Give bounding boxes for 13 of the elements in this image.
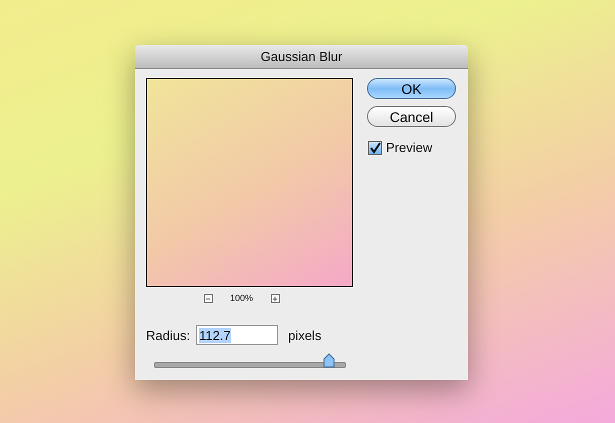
preview-checkbox[interactable] — [368, 140, 382, 154]
radius-label: Radius: — [146, 328, 190, 342]
zoom-out-button[interactable]: − — [204, 294, 212, 302]
ok-button[interactable]: OK — [367, 78, 456, 99]
unit-label: pixels — [288, 328, 322, 342]
radius-slider[interactable] — [154, 353, 346, 369]
cancel-button[interactable]: Cancel — [367, 106, 456, 127]
radius-field[interactable]: 112.7 — [196, 325, 278, 345]
zoom-in-button[interactable]: + — [270, 294, 280, 302]
window-title: Gaussian Blur — [260, 49, 342, 64]
zoom-level: 100% — [228, 293, 254, 303]
preview-label[interactable]: Preview — [386, 140, 432, 155]
slider-thumb[interactable] — [322, 353, 335, 368]
